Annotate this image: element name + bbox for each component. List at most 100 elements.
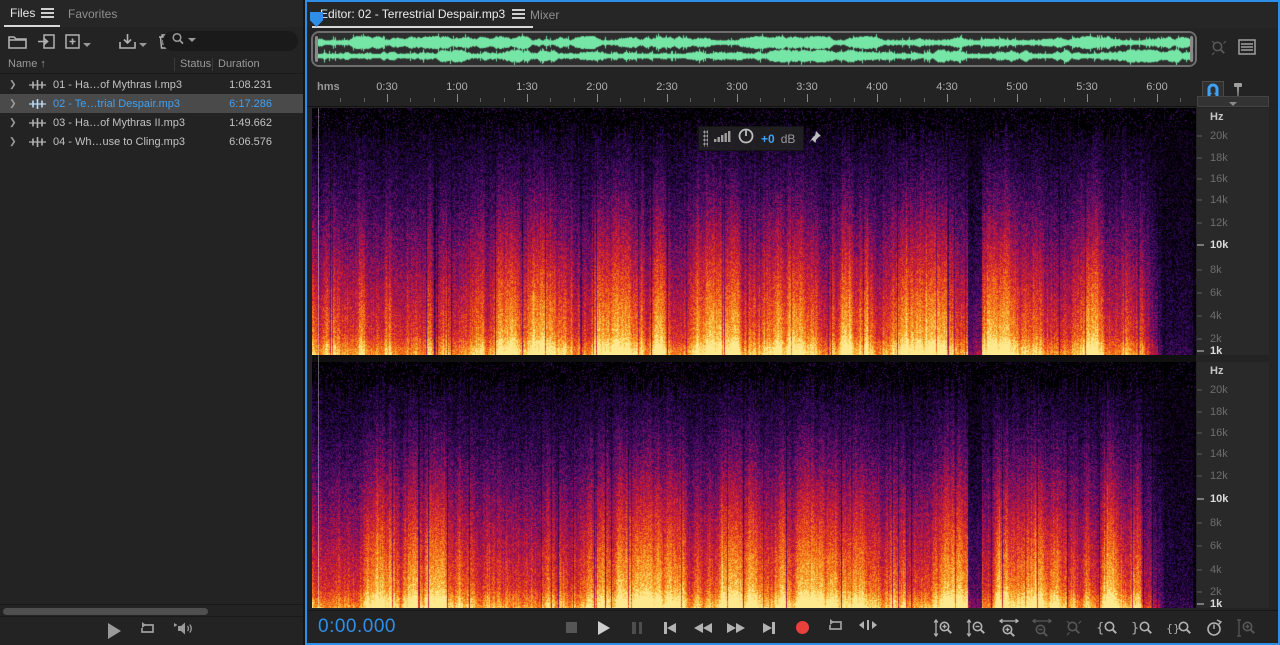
tab-mixer[interactable]: Mixer	[522, 2, 567, 28]
scale-margin	[1269, 108, 1278, 608]
skip-to-start-button[interactable]	[662, 620, 678, 636]
frequency-scroll-button[interactable]	[1197, 96, 1269, 107]
file-row[interactable]: ❯ 04 - Wh…use to Cling.mp3 6:06.576	[0, 132, 303, 151]
zoom-reset-overview-icon[interactable]	[1210, 39, 1228, 62]
ruler-tick	[666, 94, 668, 102]
stop-button[interactable]	[563, 620, 579, 636]
frequency-label: 4k	[1210, 310, 1222, 323]
open-file-button[interactable]	[8, 34, 27, 49]
waveform-file-icon	[29, 136, 46, 147]
expand-chevron-icon[interactable]: ❯	[9, 79, 19, 90]
fast-forward-button[interactable]	[727, 620, 745, 636]
frequency-label: 1k	[1210, 344, 1223, 357]
frequency-tick	[1197, 157, 1202, 159]
scrollbar-thumb[interactable]	[3, 608, 208, 615]
ruler-tick	[1180, 98, 1182, 102]
spectrogram-channel-right[interactable]	[312, 362, 1196, 608]
frequency-label: 20k	[1210, 384, 1228, 397]
ruler-tick-label: 3:00	[726, 81, 748, 93]
ruler-tick	[526, 94, 528, 102]
ruler-tick	[550, 98, 552, 102]
frequency-label: 6k	[1210, 287, 1222, 299]
frequency-tick	[1197, 269, 1202, 271]
expand-chevron-icon[interactable]: ❯	[9, 117, 19, 128]
frequency-label: 1k	[1210, 597, 1223, 610]
frequency-label: 4k	[1210, 563, 1222, 576]
channel-divider	[312, 355, 1196, 362]
gain-hud[interactable]: +0 dB	[698, 126, 805, 151]
preview-loop-button[interactable]	[138, 621, 157, 641]
tab-favorites[interactable]: Favorites	[62, 0, 123, 27]
file-row-selected[interactable]: ❯ 02 - Te…trial Despair.mp3 6:17.286	[0, 94, 303, 113]
frequency-tick	[1197, 591, 1202, 593]
rewind-button[interactable]	[694, 620, 712, 636]
new-file-button[interactable]	[65, 33, 91, 49]
search-input[interactable]	[163, 31, 298, 51]
gain-knob-icon[interactable]	[737, 127, 755, 150]
zoom-to-selection-button[interactable]: {}	[1166, 619, 1192, 637]
column-divider	[174, 58, 175, 71]
frequency-unit-label: Hz	[1210, 365, 1224, 377]
sort-asc-icon: ↑	[40, 58, 46, 70]
zoom-in-horizontal-button[interactable]	[999, 618, 1019, 638]
column-name[interactable]: Name ↑	[8, 58, 46, 70]
spectrogram-area[interactable]	[312, 108, 1196, 608]
zoom-in-at-inpoint-button[interactable]: {	[1096, 619, 1118, 637]
ruler-tick	[993, 98, 995, 102]
zoom-out-vertical-button[interactable]	[966, 618, 986, 637]
frequency-scale-right[interactable]: Hz 20k 18k 16k 14k 12k 10k 8k 6k 4k 2k 1k	[1197, 362, 1269, 610]
waveform-overview[interactable]	[311, 31, 1197, 67]
frequency-tick	[1197, 603, 1204, 605]
import-file-button[interactable]	[37, 33, 55, 49]
ruler-tick	[783, 98, 785, 102]
frequency-tick	[1197, 315, 1202, 317]
ruler-tick-label: 4:00	[866, 81, 888, 93]
preview-autoplay-button[interactable]	[174, 621, 195, 641]
editor-display-options-icon[interactable]	[1238, 39, 1256, 60]
preview-play-button[interactable]	[108, 623, 121, 639]
search-options-icon[interactable]	[188, 38, 196, 42]
range-handle-left[interactable]	[315, 36, 318, 62]
gain-value[interactable]: +0	[761, 132, 775, 146]
zoom-out-horizontal-button[interactable]	[1032, 618, 1052, 638]
column-status[interactable]: Status	[180, 58, 211, 70]
loop-playback-button[interactable]	[827, 618, 843, 636]
tab-files[interactable]: Files	[4, 0, 61, 27]
file-row[interactable]: ❯ 01 - Ha…of Mythras I.mp3 1:08.231	[0, 75, 303, 94]
range-handle-right[interactable]	[1190, 36, 1193, 62]
frequency-tick	[1197, 338, 1202, 340]
timeline-ruler[interactable]: hms 0:30 1:00 1:30 2:00 2:30 3:00 3:30 4:00 4:30…	[307, 78, 1197, 107]
hud-drag-handle[interactable]	[703, 130, 708, 147]
ruler-tick	[620, 98, 622, 102]
frequency-scale-left[interactable]: Hz 20k 18k 16k 14k 12k 10k 8k 6k 4k 2k 1k	[1197, 108, 1269, 357]
zoom-in-at-outpoint-button[interactable]: }	[1131, 619, 1153, 637]
ruler-tick	[806, 94, 808, 102]
zoom-in-vertical-button[interactable]	[933, 618, 953, 637]
files-horizontal-scrollbar[interactable]	[0, 604, 303, 617]
frequency-tick	[1197, 292, 1202, 294]
expand-chevron-icon[interactable]: ❯	[9, 136, 19, 147]
tab-editor[interactable]: Editor: 02 - Terrestrial Despair.mp3	[312, 2, 534, 28]
pause-button[interactable]	[629, 620, 645, 636]
expand-chevron-icon[interactable]: ❯	[9, 98, 19, 109]
frequency-tick	[1197, 411, 1202, 413]
ruler-tick	[340, 98, 342, 102]
file-name: 03 - Ha…of Mythras II.mp3	[53, 116, 186, 129]
file-row[interactable]: ❯ 03 - Ha…of Mythras II.mp3 1:49.662	[0, 113, 303, 132]
zoom-timer-button[interactable]	[1205, 618, 1223, 637]
zoom-full-button[interactable]	[1236, 618, 1256, 637]
zoom-reset-button[interactable]	[1065, 619, 1083, 637]
panel-menu-icon[interactable]	[41, 6, 55, 20]
hud-pin-button[interactable]	[805, 128, 825, 150]
zoom-controls: { } {}	[933, 611, 1256, 644]
record-button[interactable]	[794, 620, 810, 636]
insert-into-multitrack-button[interactable]	[119, 33, 147, 49]
play-button[interactable]	[596, 620, 612, 636]
time-display[interactable]: 0:00.000	[318, 616, 396, 638]
frequency-label: 16k	[1210, 173, 1228, 186]
frequency-label: 18k	[1210, 405, 1228, 418]
skip-to-end-button[interactable]	[761, 620, 777, 636]
overview-waveform-canvas[interactable]	[313, 33, 1195, 65]
skip-selection-button[interactable]	[859, 620, 877, 636]
column-duration[interactable]: Duration	[218, 58, 260, 70]
